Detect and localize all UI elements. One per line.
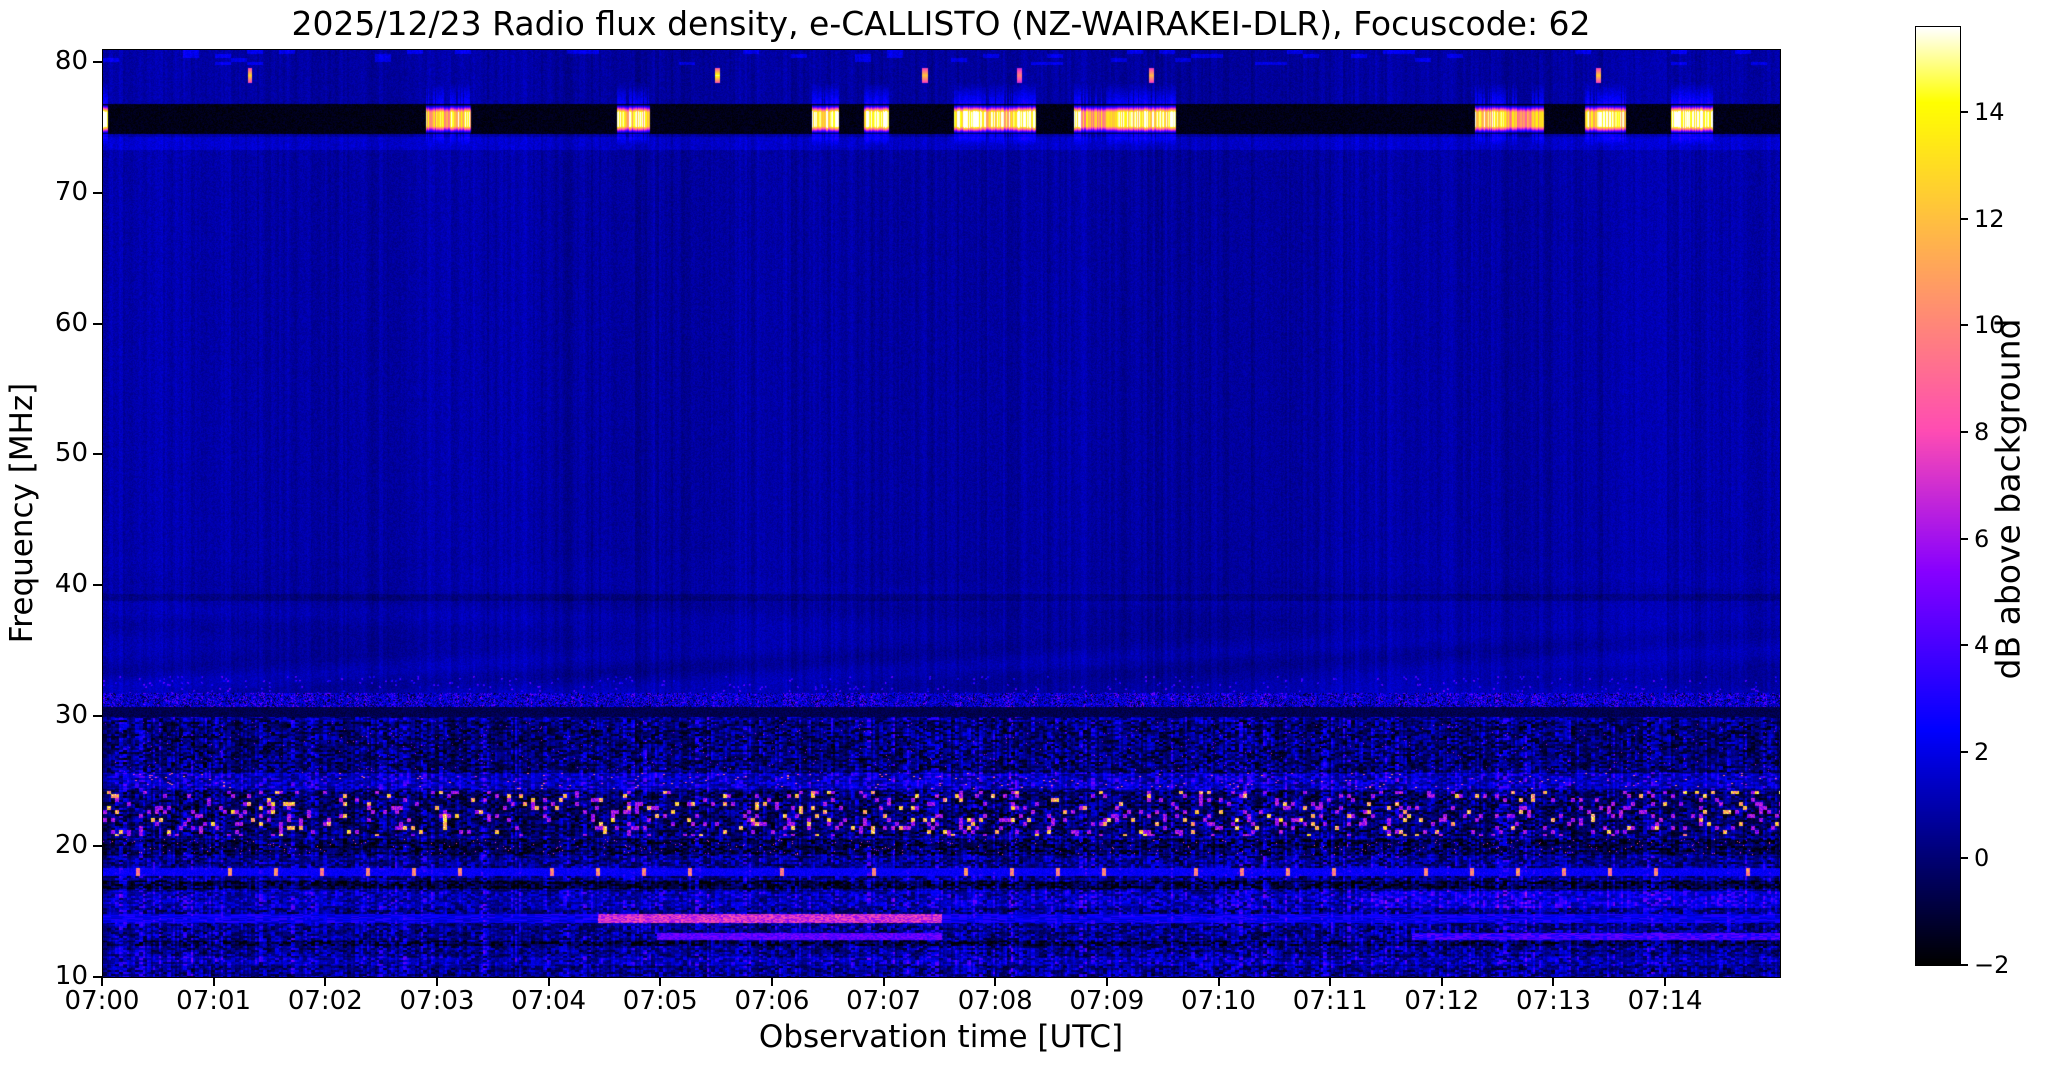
chart-title: 2025/12/23 Radio flux density, e-CALLIST…	[291, 4, 1591, 43]
y-tick-label: 80	[54, 46, 88, 77]
colorbar-canvas	[1916, 27, 1960, 965]
colorbar-tick-label: −2	[1974, 951, 2010, 979]
colorbar-tick-mark	[1960, 964, 1968, 966]
x-tick-mark	[882, 977, 885, 986]
y-tick-label: 40	[54, 569, 88, 600]
colorbar-tick-label: 4	[1974, 631, 1990, 660]
y-tick-mark	[93, 976, 102, 978]
x-tick-mark	[1105, 977, 1108, 986]
colorbar-tick-mark	[1960, 537, 1968, 540]
y-tick-label: 70	[54, 177, 88, 208]
x-tick-mark	[101, 977, 103, 986]
x-tick-label: 07:03	[399, 986, 475, 1016]
x-tick-label: 07:11	[1292, 986, 1368, 1016]
x-axis-label: Observation time [UTC]	[758, 1019, 1124, 1055]
colorbar-tick-label: 10	[1974, 311, 2005, 340]
colorbar-label: dB above background	[1988, 318, 2028, 680]
colorbar-tick-mark	[1960, 111, 1968, 114]
y-tick-mark	[93, 584, 102, 587]
x-tick-label: 07:13	[1515, 986, 1591, 1016]
y-tick-mark	[93, 453, 102, 456]
colorbar-tick-mark	[1960, 857, 1968, 860]
x-tick-label: 07:05	[622, 986, 698, 1016]
colorbar-tick-mark	[1960, 217, 1968, 220]
y-tick-mark	[93, 714, 102, 717]
x-tick-mark	[1217, 977, 1220, 986]
y-tick-mark	[93, 192, 102, 195]
colorbar-tick-label: 14	[1974, 98, 2005, 127]
x-tick-mark	[435, 977, 438, 986]
x-tick-mark	[1440, 977, 1443, 986]
x-tick-mark	[1329, 977, 1332, 986]
x-tick-mark	[770, 977, 773, 986]
y-tick-label: 50	[54, 438, 88, 469]
x-tick-mark	[212, 977, 215, 986]
y-tick-mark	[93, 322, 102, 325]
colorbar-tick-mark	[1960, 750, 1968, 753]
plot-area	[102, 49, 1781, 978]
y-tick-label: 30	[54, 699, 88, 730]
colorbar-tick-label: 12	[1974, 204, 2005, 233]
x-tick-label: 07:01	[176, 986, 252, 1016]
x-tick-mark	[324, 977, 327, 986]
x-tick-label: 07:10	[1181, 986, 1256, 1016]
x-tick-label: 07:12	[1404, 986, 1480, 1016]
y-tick-mark	[93, 845, 102, 848]
x-tick-label: 07:07	[846, 986, 922, 1016]
x-tick-label: 07:02	[287, 986, 363, 1016]
x-tick-label: 07:04	[511, 986, 587, 1016]
y-tick-label: 10	[54, 961, 88, 991]
y-tick-label: 20	[54, 830, 88, 861]
colorbar-tick-mark	[1960, 324, 1968, 327]
x-tick-mark	[1664, 977, 1667, 986]
colorbar-tick-mark	[1960, 644, 1968, 647]
x-tick-label: 07:09	[1069, 986, 1145, 1016]
x-tick-label: 07:06	[734, 986, 810, 1016]
spectrogram-canvas	[103, 50, 1780, 977]
y-tick-label: 60	[54, 307, 88, 338]
figure: 2025/12/23 Radio flux density, e-CALLIST…	[0, 0, 2047, 1067]
x-tick-label: 07:14	[1627, 986, 1703, 1016]
colorbar-tick-label: 8	[1974, 418, 1990, 447]
colorbar-tick-label: 2	[1974, 737, 1990, 766]
colorbar-tick-label: 6	[1974, 524, 1990, 553]
colorbar	[1915, 26, 1961, 966]
x-tick-mark	[659, 977, 662, 986]
x-tick-mark	[547, 977, 550, 986]
colorbar-tick-label: 0	[1974, 844, 1990, 873]
x-tick-mark	[1552, 977, 1555, 986]
x-tick-label: 07:08	[957, 986, 1033, 1016]
y-tick-mark	[93, 61, 102, 64]
x-tick-mark	[994, 977, 997, 986]
colorbar-tick-mark	[1960, 431, 1968, 434]
y-axis-label: Frequency [MHz]	[4, 382, 40, 644]
